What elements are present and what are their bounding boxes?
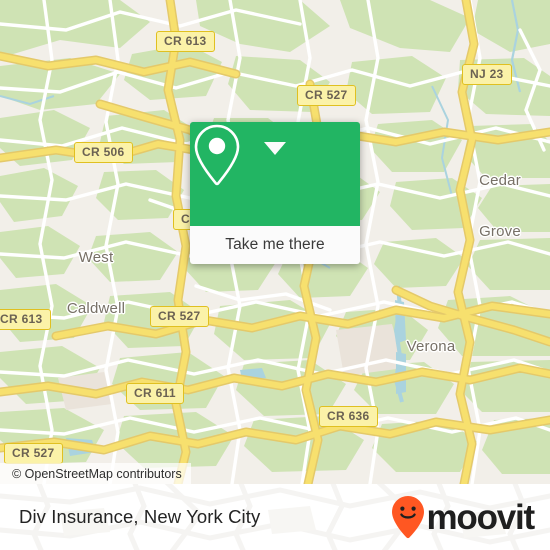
highway-shield-cr-527-north: CR 527 [297, 85, 356, 106]
popup-pointer [264, 142, 286, 155]
highway-shield-cr-527-mid: CR 527 [150, 306, 209, 327]
moovit-pin-smile-icon [392, 496, 425, 539]
highway-shield-cr-613-north: CR 613 [156, 31, 215, 52]
moovit-location-share-card: Cedar Grove West Caldwell Verona CR 613 … [0, 0, 550, 550]
map-canvas[interactable]: Cedar Grove West Caldwell Verona CR 613 … [0, 0, 550, 484]
highway-shield-nj-23: NJ 23 [462, 64, 512, 85]
footer-bar: Div Insurance, New York City moovit [0, 484, 550, 550]
highway-shield-cr-613-west: CR 613 [0, 309, 51, 330]
popup-pin-panel [190, 122, 360, 226]
footer-location-title: Div Insurance, New York City [19, 506, 261, 527]
highway-shield-cr-636: CR 636 [319, 406, 378, 427]
take-me-there-button[interactable]: Take me there [190, 226, 360, 264]
moovit-brand[interactable]: moovit [391, 495, 535, 539]
osm-attribution[interactable]: © OpenStreetMap contributors [0, 463, 191, 484]
map-pin-icon [194, 124, 240, 186]
highway-shield-cr-527-south: CR 527 [4, 443, 63, 464]
highway-shield-cr-611: CR 611 [126, 383, 184, 404]
highway-shield-cr-506: CR 506 [74, 142, 133, 163]
moovit-wordmark: moovit [426, 497, 535, 537]
